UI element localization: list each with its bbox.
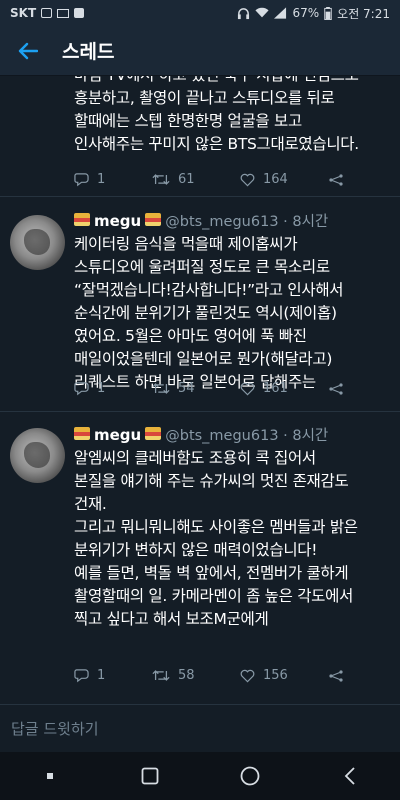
thread-feed[interactable]: 마침 TV에서 하고 있던 축구 시합에 신심으로 흥분하고, 촬영이 끝나고 …: [0, 76, 400, 704]
like-button[interactable]: 161: [240, 381, 328, 396]
square-icon: [141, 767, 159, 785]
share-icon: [329, 669, 343, 682]
like-button[interactable]: 156: [240, 668, 328, 683]
emoji-icon: [145, 427, 162, 440]
nav-home-button[interactable]: [230, 756, 270, 796]
share-button[interactable]: [328, 173, 368, 186]
nav-overview-button[interactable]: [130, 756, 170, 796]
tweet-actions: 1 58 156: [74, 668, 368, 683]
arrow-left-icon: [18, 42, 38, 59]
notification-icon: [41, 8, 53, 18]
reply-button[interactable]: 1: [74, 172, 152, 187]
nav-recent-button[interactable]: [30, 756, 70, 796]
circle-icon: [240, 766, 260, 786]
mail-icon: [57, 8, 70, 18]
tweet[interactable]: 마침 TV에서 하고 있던 축구 시합에 신심으로 흥분하고, 촬영이 끝나고 …: [0, 76, 400, 197]
nav-back-button[interactable]: [330, 756, 370, 796]
emoji-icon: [145, 213, 162, 226]
share-icon: [329, 173, 343, 186]
system-nav-bar: [0, 752, 400, 800]
share-button[interactable]: [328, 669, 368, 682]
reply-count: 1: [97, 172, 106, 187]
avatar[interactable]: [10, 215, 65, 270]
tweet[interactable]: megu @bts_megu613 · 8시간 알엠씨의 클레버함도 조용히 콕…: [0, 412, 400, 704]
page-title: 스레드: [62, 41, 115, 63]
signal-icon: [274, 7, 287, 19]
avatar[interactable]: [10, 428, 65, 483]
carrier-label: SKT: [10, 6, 37, 20]
tweet-text: 케이터링 음식을 먹을때 제이홉씨가 스튜디오에 울려퍼질 정도로 큰 목소리로…: [74, 235, 344, 391]
tweet-text: 마침 TV에서 하고 있던 축구 시합에 신심으로 흥분하고, 촬영이 끝나고 …: [74, 76, 359, 153]
battery-percent: 67%: [292, 6, 320, 20]
reply-icon: [74, 382, 89, 396]
emoji-icon: [74, 427, 90, 440]
retweet-button[interactable]: 58: [152, 668, 240, 683]
like-count: 156: [263, 668, 288, 683]
status-left: SKT: [10, 6, 85, 20]
emoji-icon: [74, 213, 90, 226]
headset-icon: [238, 7, 250, 19]
share-button[interactable]: [328, 382, 368, 395]
dot-icon: [47, 773, 53, 779]
tweet-body: megu @bts_megu613 · 8시간 알엠씨의 클레버함도 조용히 콕…: [74, 424, 390, 631]
reply-composer[interactable]: 답글 드윗하기: [0, 704, 400, 752]
retweet-icon: [152, 383, 170, 394]
author-name[interactable]: megu: [94, 212, 141, 230]
battery-icon: [324, 6, 332, 20]
reply-count: 1: [97, 668, 106, 683]
tweet[interactable]: megu @bts_megu613 · 8시간 케이터링 음식을 먹을때 제이홉…: [0, 197, 400, 412]
back-button[interactable]: [0, 26, 56, 76]
retweet-count: 58: [178, 668, 195, 683]
heart-icon: [240, 382, 255, 395]
heart-icon: [240, 173, 255, 186]
retweet-count: 61: [178, 172, 195, 187]
app-header: 스레드: [0, 26, 400, 76]
tweet-header: megu @bts_megu613 · 8시간: [74, 210, 390, 233]
reply-count: 1: [97, 381, 106, 396]
author-handle: @bts_megu613 · 8시간: [165, 428, 329, 444]
reply-button[interactable]: 1: [74, 668, 152, 683]
reply-button[interactable]: 1: [74, 381, 152, 396]
status-right: 67% 오전 7:21: [237, 5, 390, 22]
chevron-left-icon: [344, 767, 355, 785]
tweet-body: megu @bts_megu613 · 8시간 케이터링 음식을 먹을때 제이홉…: [74, 210, 390, 394]
retweet-button[interactable]: 54: [152, 381, 240, 396]
share-icon: [329, 382, 343, 395]
heart-icon: [240, 669, 255, 682]
retweet-icon: [152, 174, 170, 185]
author-handle: @bts_megu613 · 8시간: [165, 214, 329, 230]
status-time: 오전 7:21: [337, 6, 390, 21]
status-bar: SKT 67% 오전 7:21: [0, 0, 400, 26]
retweet-icon: [152, 670, 170, 681]
author-name[interactable]: megu: [94, 426, 141, 444]
tweet-header: megu @bts_megu613 · 8시간: [74, 424, 390, 447]
wifi-icon: [255, 7, 270, 18]
tweet-actions: 1 54 161: [74, 381, 368, 396]
tweet-actions: 1 61 164: [74, 172, 368, 187]
like-count: 161: [263, 381, 288, 396]
app-notification-icon: [74, 8, 85, 18]
reply-icon: [74, 173, 89, 187]
reply-placeholder[interactable]: 답글 드윗하기: [11, 718, 99, 739]
like-count: 164: [263, 172, 288, 187]
reply-icon: [74, 669, 89, 683]
like-button[interactable]: 164: [240, 172, 328, 187]
retweet-count: 54: [178, 381, 195, 396]
retweet-button[interactable]: 61: [152, 172, 240, 187]
tweet-text: 알엠씨의 클레버함도 조용히 콕 집어서 본질을 얘기해 주는 슈가씨의 멋진 …: [74, 449, 358, 628]
